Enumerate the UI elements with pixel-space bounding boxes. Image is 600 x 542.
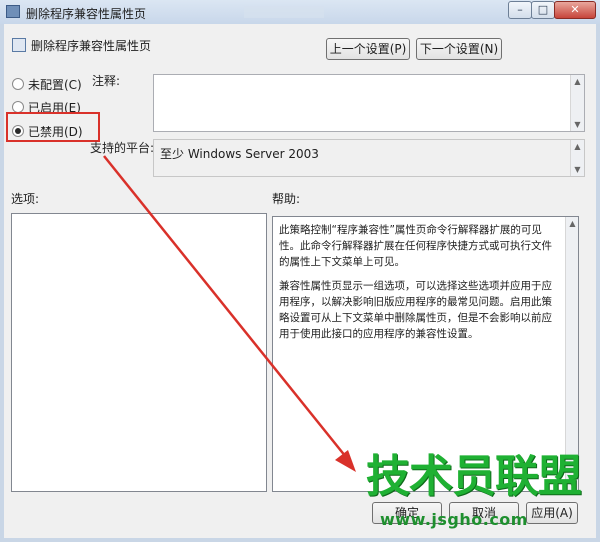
radio-label: 未配置(C) [28,78,82,92]
minimize-button[interactable]: – [508,1,532,19]
ghost-title [244,6,324,18]
scroll-up-icon[interactable]: ▲ [566,219,579,228]
help-text: 此策略控制“程序兼容性”属性页命令行解释器扩展的可见性。此命令行解释器扩展在任何… [279,222,555,350]
help-label: 帮助: [272,192,301,206]
radio-circle[interactable] [12,78,24,90]
platform-field: 至少 Windows Server 2003 ▲ ▼ [153,139,585,177]
policy-window: 删除程序兼容性属性页 – □ ✕ 删除程序兼容性属性页 上一个设置(P) 下一个… [0,0,600,542]
scroll-down-icon[interactable]: ▼ [571,165,584,174]
title-bar[interactable]: 删除程序兼容性属性页 – □ ✕ [0,0,600,24]
policy-title: 删除程序兼容性属性页 [31,39,152,53]
comment-scrollbar[interactable]: ▲ ▼ [570,75,584,131]
next-setting-button[interactable]: 下一个设置(N) [416,38,502,60]
apply-button[interactable]: 应用(A) [526,502,578,524]
comment-textarea[interactable]: ▲ ▼ [153,74,585,132]
help-paragraph: 兼容性属性页显示一组选项，可以选择这些选项并应用于应用程序，以解决影响旧版应用程… [279,280,552,340]
previous-setting-button[interactable]: 上一个设置(P) [326,38,410,60]
annotation-highlight-box [6,112,100,142]
options-pane [11,213,267,492]
scroll-down-icon[interactable]: ▼ [571,120,584,129]
platform-scrollbar[interactable]: ▲ ▼ [570,140,584,176]
comment-label: 注释: [92,74,121,88]
platform-label: 支持的平台: [90,141,155,155]
window-title: 删除程序兼容性属性页 [26,7,147,21]
platform-value: 至少 Windows Server 2003 [160,147,319,161]
options-label: 选项: [11,192,40,206]
scroll-up-icon[interactable]: ▲ [571,142,584,151]
maximize-button[interactable]: □ [531,1,555,19]
help-paragraph: 此策略控制“程序兼容性”属性页命令行解释器扩展的可见性。此命令行解释器扩展在任何… [279,224,552,268]
policy-icon [12,38,26,52]
window-icon [6,5,20,18]
scroll-up-icon[interactable]: ▲ [571,77,584,86]
watermark-url: www.jsgho.com [380,510,528,529]
close-button[interactable]: ✕ [554,1,596,19]
watermark-logo: 技术员联盟 [366,451,582,502]
